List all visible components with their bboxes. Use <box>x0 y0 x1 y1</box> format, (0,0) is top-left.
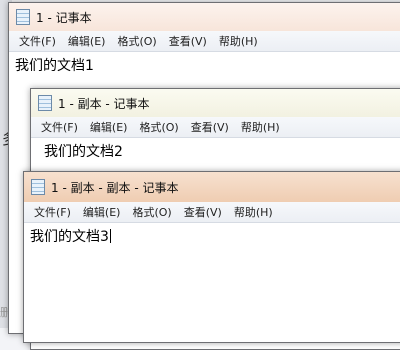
notepad-icon <box>16 9 30 25</box>
menu-help[interactable]: 帮助(H) <box>241 119 280 135</box>
menu-format[interactable]: 格式(O) <box>139 119 178 135</box>
title-bar[interactable]: 1 - 副本 - 记事本 <box>31 89 400 117</box>
menu-edit[interactable]: 编辑(E) <box>68 33 106 49</box>
menu-file[interactable]: 文件(F) <box>19 33 56 49</box>
notepad-icon <box>31 179 45 195</box>
menu-help[interactable]: 帮助(H) <box>234 204 273 220</box>
text-editor[interactable]: 我们的文档2 <box>31 138 400 164</box>
menu-view[interactable]: 查看(V) <box>191 119 229 135</box>
menu-bar: 文件(F) 编辑(E) 格式(O) 查看(V) 帮助(H) <box>24 202 400 223</box>
menu-file[interactable]: 文件(F) <box>41 119 78 135</box>
notepad-icon <box>38 95 52 111</box>
text-editor[interactable]: 我们的文档1 <box>9 52 400 78</box>
menu-help[interactable]: 帮助(H) <box>219 33 258 49</box>
notepad-window-3[interactable]: 1 - 副本 - 副本 - 记事本 文件(F) 编辑(E) 格式(O) 查看(V… <box>23 171 400 343</box>
menu-edit[interactable]: 编辑(E) <box>83 204 121 220</box>
editor-content: 我们的文档3 <box>30 229 109 245</box>
menu-format[interactable]: 格式(O) <box>132 204 171 220</box>
window-title: 1 - 副本 - 副本 - 记事本 <box>51 180 179 195</box>
editor-content: 我们的文档1 <box>15 58 94 74</box>
menu-view[interactable]: 查看(V) <box>184 204 222 220</box>
window-title: 1 - 副本 - 记事本 <box>58 96 150 111</box>
editor-content: 我们的文档2 <box>44 144 123 160</box>
menu-bar: 文件(F) 编辑(E) 格式(O) 查看(V) 帮助(H) <box>9 31 400 52</box>
window-title: 1 - 记事本 <box>36 10 92 25</box>
menu-view[interactable]: 查看(V) <box>169 33 207 49</box>
title-bar[interactable]: 1 - 副本 - 副本 - 记事本 <box>24 172 400 202</box>
menu-format[interactable]: 格式(O) <box>117 33 156 49</box>
title-bar[interactable]: 1 - 记事本 <box>9 3 400 31</box>
text-cursor <box>109 229 111 243</box>
menu-file[interactable]: 文件(F) <box>34 204 71 220</box>
menu-edit[interactable]: 编辑(E) <box>90 119 128 135</box>
text-editor[interactable]: 我们的文档3 <box>24 223 400 249</box>
menu-bar: 文件(F) 编辑(E) 格式(O) 查看(V) 帮助(H) <box>31 117 400 138</box>
